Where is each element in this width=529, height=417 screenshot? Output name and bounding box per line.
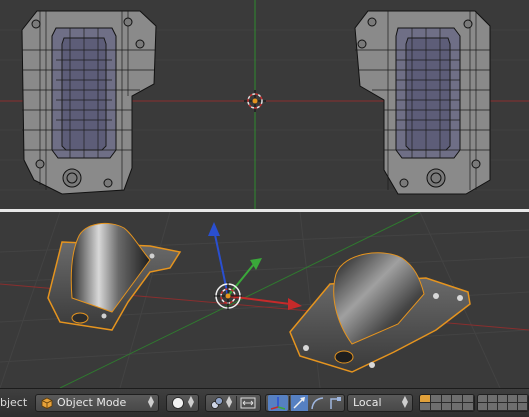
layer-button[interactable] bbox=[498, 403, 508, 411]
pivot-point-group[interactable]: ▲ ▼ bbox=[205, 394, 261, 412]
object-menu[interactable]: bject bbox=[0, 394, 27, 412]
layer-button[interactable] bbox=[452, 395, 464, 403]
layer-button[interactable] bbox=[478, 395, 488, 403]
updown-arrows-icon: ▲ ▼ bbox=[187, 394, 194, 409]
layer-button[interactable] bbox=[430, 395, 442, 403]
layer-button[interactable] bbox=[441, 395, 453, 403]
layer-button[interactable] bbox=[498, 395, 508, 403]
layer-button[interactable] bbox=[463, 395, 474, 403]
layer-button[interactable] bbox=[420, 395, 431, 403]
layer-button[interactable] bbox=[508, 395, 518, 403]
transform-manipulators-group[interactable] bbox=[265, 394, 345, 412]
transform-manipulator[interactable] bbox=[208, 222, 302, 310]
solid-shading-icon bbox=[171, 396, 185, 412]
manipulator-toggle-icon[interactable] bbox=[240, 396, 256, 412]
3d-cursor[interactable] bbox=[244, 90, 266, 112]
3d-view-header: bject Object Mode ▲ ▼ ▲ ▼ ▲ ▼ Local ▲ ▼ bbox=[0, 388, 529, 417]
layers-group-1[interactable] bbox=[419, 394, 475, 412]
updown-arrows-icon: ▲ ▼ bbox=[401, 394, 408, 409]
layer-button[interactable] bbox=[518, 395, 528, 403]
layer-button[interactable] bbox=[478, 403, 488, 411]
layer-button[interactable] bbox=[430, 403, 442, 411]
mode-selector-label: Object Mode bbox=[57, 396, 127, 409]
top-viewport[interactable] bbox=[0, 0, 529, 209]
updown-arrows-icon: ▲ ▼ bbox=[226, 394, 233, 409]
layer-button[interactable] bbox=[452, 403, 464, 411]
layers-group-2[interactable] bbox=[477, 394, 529, 412]
pivot-point-icon[interactable] bbox=[210, 396, 224, 412]
scale-manipulator-icon[interactable] bbox=[327, 395, 344, 411]
object-cube-icon bbox=[41, 397, 53, 409]
x-axis-arrow-icon[interactable] bbox=[288, 298, 302, 310]
layer-button[interactable] bbox=[508, 403, 518, 411]
updown-arrows-icon: ▲ ▼ bbox=[147, 394, 154, 409]
manipulator-enable-icon[interactable] bbox=[268, 395, 288, 411]
layer-button[interactable] bbox=[488, 403, 498, 411]
bracket-front[interactable] bbox=[289, 252, 471, 373]
z-axis-arrow-icon[interactable] bbox=[208, 222, 220, 236]
translate-manipulator-icon[interactable] bbox=[291, 395, 308, 411]
perspective-viewport[interactable] bbox=[0, 212, 529, 388]
transform-orientation-label: Local bbox=[353, 396, 382, 409]
transform-orientation-selector[interactable]: Local ▲ ▼ bbox=[347, 394, 413, 412]
wireframe-bracket-right[interactable] bbox=[354, 10, 491, 195]
bracket-back[interactable] bbox=[47, 222, 182, 331]
viewport-shading-button[interactable]: ▲ ▼ bbox=[166, 394, 199, 412]
layer-button[interactable] bbox=[463, 403, 474, 411]
layer-button[interactable] bbox=[441, 403, 453, 411]
mode-selector[interactable]: Object Mode ▲ ▼ bbox=[35, 394, 159, 412]
layer-button[interactable] bbox=[518, 403, 528, 411]
layer-button[interactable] bbox=[420, 403, 431, 411]
wireframe-bracket-left[interactable] bbox=[21, 10, 157, 195]
layer-button[interactable] bbox=[488, 395, 498, 403]
rotate-manipulator-icon[interactable] bbox=[309, 395, 326, 411]
